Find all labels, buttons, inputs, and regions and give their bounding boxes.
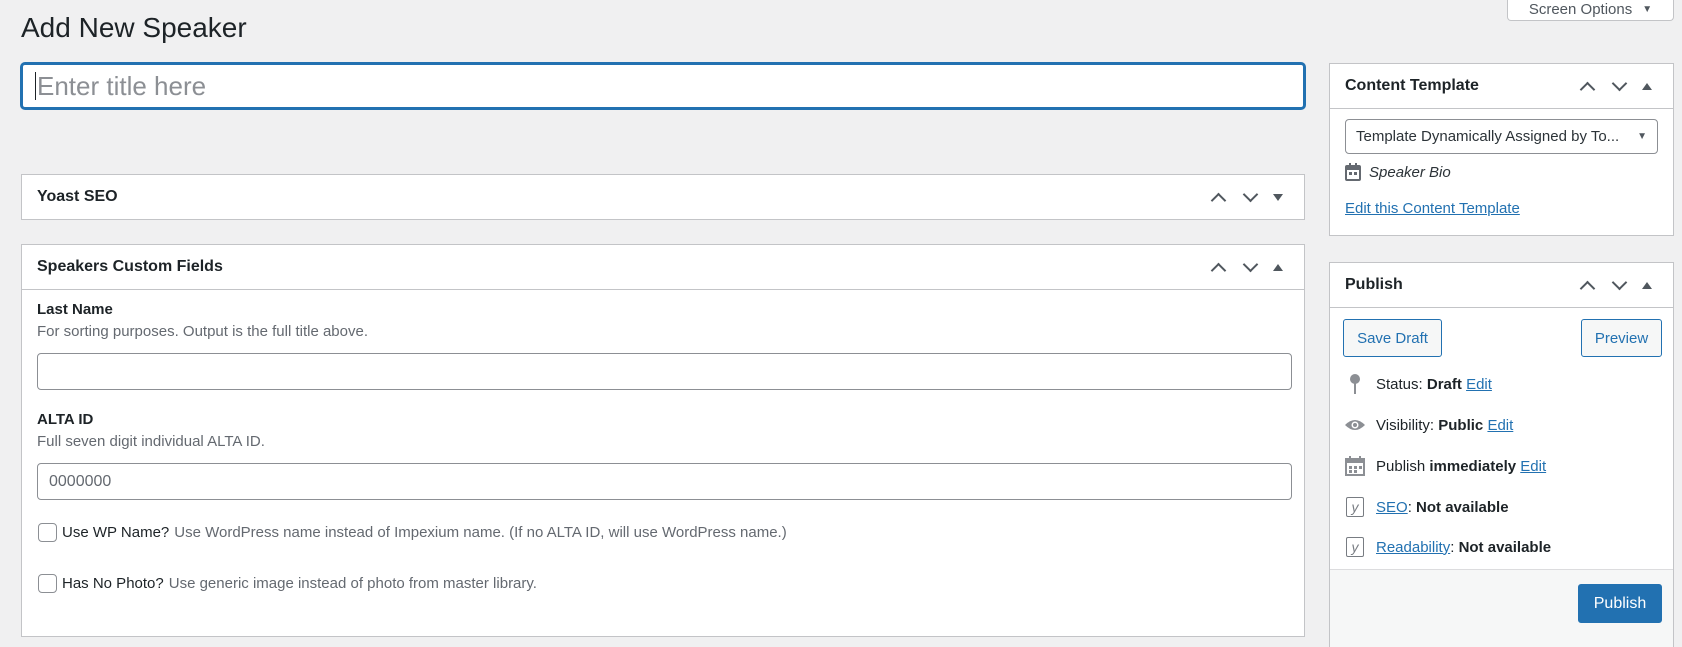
title-input[interactable]: Enter title here: [21, 63, 1305, 109]
alta-id-input[interactable]: 0000000: [37, 463, 1292, 500]
seo-link[interactable]: SEO: [1376, 499, 1408, 516]
visibility-label: Visibility:: [1376, 416, 1435, 434]
status-label: Status:: [1376, 375, 1423, 393]
has-no-photo-description: Use generic image instead of photo from …: [168, 575, 537, 592]
move-up-icon[interactable]: [1571, 267, 1603, 303]
screen-options-label: Screen Options: [1528, 0, 1633, 18]
edit-publish-date-link[interactable]: Edit: [1520, 458, 1546, 475]
seo-row: y SEO: Not available: [1343, 496, 1509, 518]
readability-link[interactable]: Readability: [1376, 539, 1450, 556]
use-wp-name-description: Use WordPress name instead of Impexium n…: [174, 524, 787, 541]
title-placeholder: Enter title here: [37, 70, 207, 101]
use-wp-name-checkbox[interactable]: [38, 523, 57, 542]
template-name: Speaker Bio: [1369, 163, 1451, 181]
status-value: Draft: [1426, 375, 1462, 393]
use-wp-name-label[interactable]: Use WP Name?: [62, 524, 169, 541]
triangle-down-icon: ▼: [1637, 131, 1647, 142]
content-template-select[interactable]: Template Dynamically Assigned by To... ▼: [1345, 119, 1658, 154]
use-wp-name-row: Use WP Name? Use WordPress name instead …: [38, 523, 787, 542]
edit-content-template-link[interactable]: Edit this Content Template: [1345, 200, 1520, 217]
preview-button[interactable]: Preview: [1581, 319, 1662, 357]
readability-row: y Readability: Not available: [1343, 536, 1551, 558]
has-no-photo-label[interactable]: Has No Photo?: [62, 575, 164, 592]
yoast-icon: y: [1343, 536, 1367, 558]
last-name-label: Last Name: [37, 301, 113, 318]
alta-id-description: Full seven digit individual ALTA ID.: [37, 433, 265, 450]
move-down-icon[interactable]: [1603, 267, 1635, 303]
publish-schedule-row: Publish immediately Edit: [1343, 455, 1546, 477]
publish-label: Publish: [1376, 457, 1426, 475]
screen-options-button[interactable]: Screen Options ▼: [1507, 0, 1674, 21]
toggle-panel-icon[interactable]: [1266, 179, 1290, 215]
publish-button[interactable]: Publish: [1578, 584, 1662, 623]
alta-id-placeholder: 0000000: [49, 472, 112, 490]
content-template-box: Content Template Template Dynamically As…: [1329, 63, 1674, 236]
edit-status-link[interactable]: Edit: [1466, 376, 1492, 393]
publish-value: immediately: [1429, 457, 1517, 475]
save-draft-button[interactable]: Save Draft: [1343, 319, 1442, 357]
move-up-icon[interactable]: [1202, 179, 1234, 215]
content-template-title: Content Template: [1345, 77, 1479, 94]
custom-fields-title: Speakers Custom Fields: [37, 258, 223, 275]
major-publishing-actions: Publish: [1330, 569, 1673, 647]
yoast-icon: y: [1343, 496, 1367, 518]
readability-value: Not available: [1458, 538, 1552, 556]
move-up-icon[interactable]: [1202, 249, 1234, 285]
toggle-panel-icon[interactable]: [1635, 68, 1659, 104]
publish-box: Publish Save Draft Preview Status: Draft…: [1329, 262, 1674, 647]
visibility-value: Public: [1438, 416, 1484, 434]
speakers-custom-fields-box: Speakers Custom Fields Last Name For sor…: [21, 244, 1305, 637]
move-down-icon[interactable]: [1234, 179, 1266, 215]
visibility-row: Visibility: Public Edit: [1343, 414, 1513, 436]
text-caret: [35, 72, 36, 100]
pin-icon: [1343, 373, 1367, 395]
move-down-icon[interactable]: [1603, 68, 1635, 104]
calendar-icon: [1345, 163, 1361, 181]
last-name-input[interactable]: [37, 353, 1292, 390]
move-down-icon[interactable]: [1234, 249, 1266, 285]
eye-icon: [1343, 414, 1367, 436]
toggle-panel-icon[interactable]: [1635, 267, 1659, 303]
has-no-photo-row: Has No Photo? Use generic image instead …: [38, 574, 537, 593]
last-name-description: For sorting purposes. Output is the full…: [37, 323, 369, 340]
triangle-down-icon: ▼: [1642, 3, 1653, 15]
toggle-panel-icon[interactable]: [1266, 249, 1290, 285]
seo-value: Not available: [1416, 498, 1509, 516]
yoast-seo-box: Yoast SEO: [21, 174, 1305, 220]
edit-visibility-link[interactable]: Edit: [1487, 417, 1513, 434]
content-template-selected: Template Dynamically Assigned by To...: [1356, 128, 1620, 145]
has-no-photo-checkbox[interactable]: [38, 574, 57, 593]
status-row: Status: Draft Edit: [1343, 373, 1492, 395]
page-title: Add New Speaker: [21, 12, 247, 43]
publish-title: Publish: [1345, 276, 1403, 293]
alta-id-label: ALTA ID: [37, 411, 94, 428]
yoast-seo-title: Yoast SEO: [37, 188, 118, 205]
move-up-icon[interactable]: [1571, 68, 1603, 104]
calendar-icon: [1343, 455, 1367, 477]
